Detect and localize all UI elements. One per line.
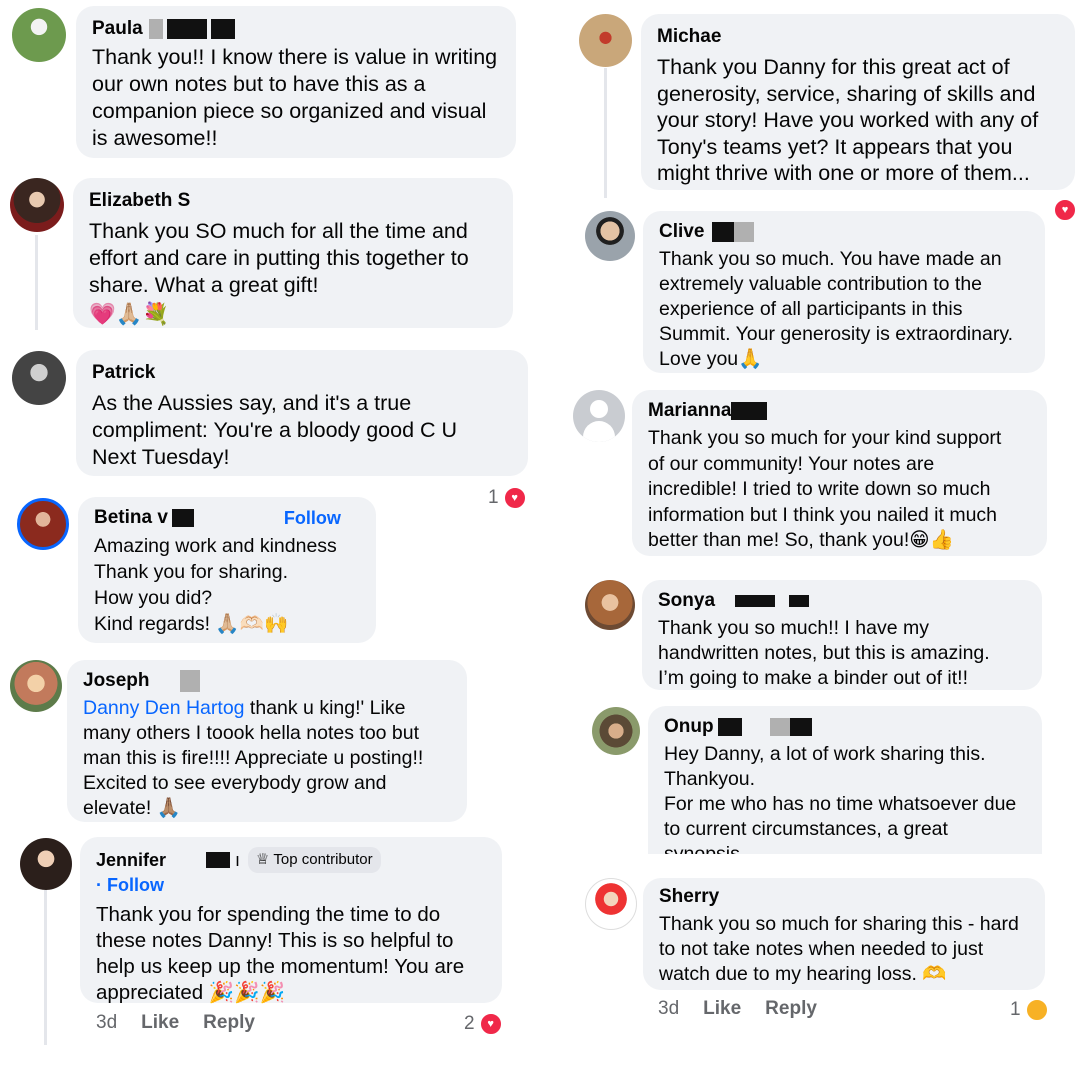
- comment-bubble: Onup Hey Danny, a lot of work sharing th…: [648, 706, 1042, 854]
- commenter-name[interactable]: Paula: [92, 18, 500, 40]
- avatar[interactable]: [12, 8, 66, 62]
- reaction-summary[interactable]: 2 ♥: [464, 1012, 503, 1036]
- avatar[interactable]: [12, 351, 66, 405]
- commenter-name[interactable]: Joseph: [83, 670, 451, 692]
- commenter-name[interactable]: Onup: [664, 716, 1026, 738]
- avatar[interactable]: [585, 878, 637, 930]
- badge-icon: ♕: [256, 851, 274, 868]
- avatar[interactable]: [585, 211, 635, 261]
- heart-icon: ♥: [1053, 198, 1077, 222]
- like-button[interactable]: Like: [703, 998, 741, 1020]
- comment-actions: 3d Like Reply: [658, 998, 817, 1020]
- avatar[interactable]: [20, 838, 72, 890]
- comment-bubble: Sherry Thank you so much for sharing thi…: [643, 878, 1045, 990]
- heart-icon: ♥: [478, 1012, 503, 1036]
- commenter-name[interactable]: Elizabeth S: [89, 190, 497, 212]
- top-contributor-badge: ♕ Top contributor: [248, 847, 381, 873]
- wow-reaction-icon: [1024, 998, 1049, 1022]
- comment-text: Thank you Danny for this great act of ge…: [657, 55, 1039, 185]
- comment-bubble: Patrick As the Aussies say, and it's a t…: [76, 350, 528, 476]
- avatar[interactable]: [10, 660, 62, 712]
- avatar[interactable]: [573, 390, 625, 442]
- thread-line: [35, 235, 38, 330]
- comment-bubble: Joseph Danny Den Hartog thank u king!' L…: [67, 660, 467, 822]
- commenter-name[interactable]: Betina v Follow: [94, 507, 360, 529]
- comment-text: As the Aussies say, and it's a true comp…: [92, 391, 458, 469]
- reply-button[interactable]: Reply: [203, 1012, 255, 1034]
- comment-bubble: Clive Thank you so much. You have made a…: [643, 211, 1045, 373]
- default-profile-icon: [590, 400, 608, 418]
- commenter-name[interactable]: Marianna: [648, 400, 1031, 422]
- avatar[interactable]: [585, 580, 635, 630]
- comment-text: Thank you so much. You have made an extr…: [659, 248, 1014, 370]
- comment-time[interactable]: 3d: [96, 1012, 117, 1034]
- reply-button[interactable]: Reply: [765, 998, 817, 1020]
- follow-button[interactable]: Follow: [284, 507, 341, 529]
- comment-emojis: 💗🙏🏼💐: [89, 302, 170, 327]
- follow-button[interactable]: · Follow: [96, 875, 486, 896]
- avatar[interactable]: [17, 498, 69, 550]
- reaction-count: 2: [464, 1013, 475, 1034]
- commenter-name[interactable]: Patrick: [92, 362, 512, 384]
- commenter-name[interactable]: Jennifer ı ♕ Top contributor: [96, 847, 486, 873]
- reaction-summary[interactable]: 1 ♥: [488, 486, 527, 510]
- comment-bubble: Paula Thank you!! I know there is value …: [76, 6, 516, 158]
- user-mention-link[interactable]: Danny Den Hartog: [83, 697, 245, 719]
- comment-text: Thank you so much for sharing this - har…: [659, 913, 1019, 985]
- comment-text: Hey Danny, a lot of work sharing this. T…: [664, 743, 1017, 854]
- thread-line: [604, 68, 607, 198]
- comment-text: Danny Den Hartog thank u king!' Like man…: [83, 697, 424, 819]
- avatar[interactable]: [579, 14, 632, 67]
- like-button[interactable]: Like: [141, 1012, 179, 1034]
- comment-text: Thank you so much for your kind support …: [648, 427, 1002, 551]
- comment-actions: 3d Like Reply: [96, 1012, 255, 1034]
- avatar[interactable]: [10, 178, 64, 232]
- avatar[interactable]: [592, 707, 640, 755]
- reaction-count: 1: [1010, 999, 1021, 1020]
- comment-bubble: Jennifer ı ♕ Top contributor · Follow Tha…: [80, 837, 502, 1004]
- comment-time[interactable]: 3d: [658, 998, 679, 1020]
- reaction-count: 1: [488, 487, 499, 508]
- comment-text: Thank you so much!! I have my handwritte…: [658, 617, 990, 689]
- comment-text: Amazing work and kindness Thank you for …: [94, 535, 337, 635]
- commenter-name[interactable]: Sonya: [658, 590, 1026, 612]
- reaction-summary[interactable]: 1: [1010, 998, 1049, 1022]
- heart-icon: ♥: [502, 486, 527, 510]
- thread-line: [44, 890, 47, 1045]
- comment-bubble: Elizabeth S Thank you SO much for all th…: [73, 178, 513, 328]
- commenter-name[interactable]: Michae: [657, 26, 1059, 48]
- commenter-name[interactable]: Clive: [659, 221, 1029, 243]
- comment-bubble: Michae Thank you Danny for this great ac…: [641, 14, 1075, 190]
- comment-text: Thank you!! I know there is value in wri…: [92, 45, 498, 150]
- comment-text: Thank you SO much for all the time and e…: [89, 219, 469, 297]
- comment-bubble: Sonya Thank you so much!! I have my hand…: [642, 580, 1042, 690]
- comment-text: Thank you for spending the time to do th…: [96, 903, 465, 1004]
- comment-bubble: Marianna Thank you so much for your kind…: [632, 390, 1047, 556]
- comment-bubble: Betina v Follow Amazing work and kindness…: [78, 497, 376, 643]
- commenter-name[interactable]: Sherry: [659, 886, 1029, 908]
